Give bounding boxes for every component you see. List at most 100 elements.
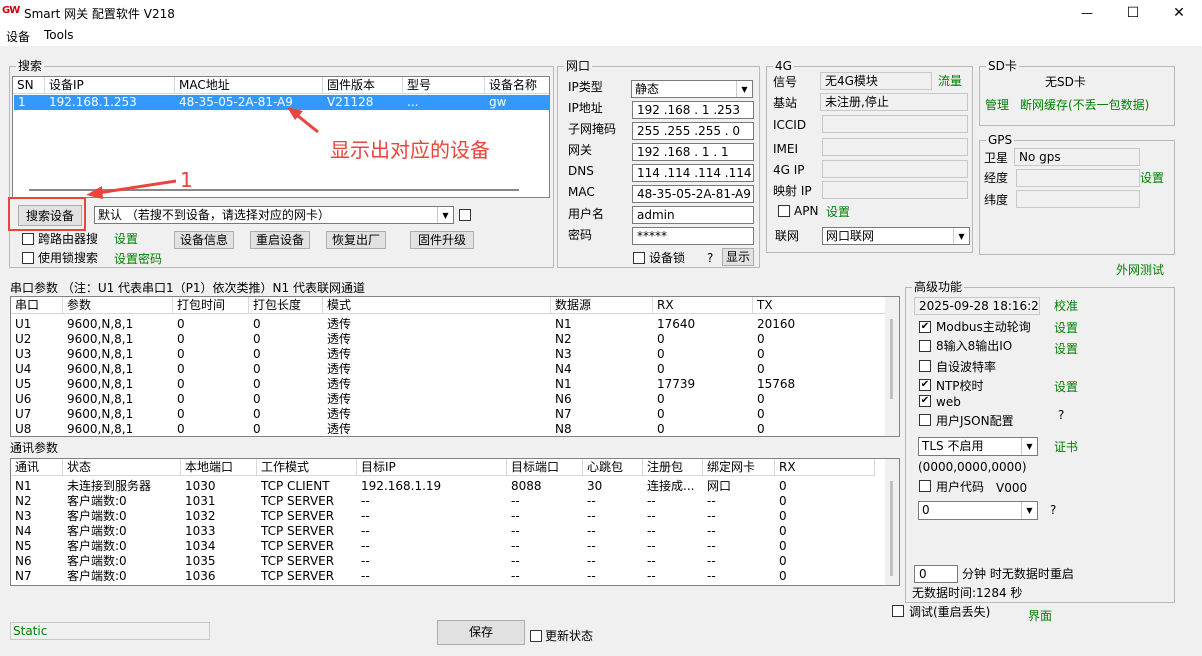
table-row[interactable]: N4 客户端数:0 1033 TCP SERVER -- -- -- -- -- 0 — [11, 524, 875, 539]
ntp-settings-link[interactable]: 设置 — [1054, 380, 1078, 394]
device-lock-help[interactable]: ? — [707, 251, 713, 265]
user-code-checkbox[interactable] — [919, 480, 931, 492]
subnet-mask-field[interactable]: 255 .255 .255 . 0 — [632, 122, 754, 140]
tls-select[interactable]: TLS 不启用 ▼ — [918, 437, 1038, 456]
comm-col-header[interactable]: 状态 — [63, 459, 181, 476]
update-state-checkbox[interactable] — [530, 630, 542, 642]
serial-col-header[interactable]: 打包时间 — [173, 297, 249, 314]
apn-settings-link[interactable]: 设置 — [826, 205, 850, 219]
cross-router-checkbox[interactable] — [22, 233, 34, 245]
set-password-link[interactable]: 设置密码 — [114, 252, 162, 266]
username-field[interactable]: admin — [632, 206, 754, 224]
gps-settings-link[interactable]: 设置 — [1140, 171, 1164, 185]
table-row[interactable]: N7 客户端数:0 1036 TCP SERVER -- -- -- -- -- 0 — [11, 569, 875, 584]
table-row[interactable]: N3 客户端数:0 1032 TCP SERVER -- -- -- -- -- 0 — [11, 509, 875, 524]
table-row[interactable]: U5 9600,N,8,1 0 0 透传 N1 17739 15768 — [11, 377, 887, 392]
password-field[interactable]: ***** — [632, 227, 754, 245]
comm-col-header[interactable]: 通讯 — [11, 459, 63, 476]
chevron-down-icon[interactable]: ▼ — [437, 207, 453, 223]
factory-reset-button[interactable]: 恢复出厂 — [326, 231, 386, 249]
table-row[interactable]: N5 客户端数:0 1034 TCP SERVER -- -- -- -- -- 0 — [11, 539, 875, 554]
serial-col-header[interactable]: 打包长度 — [249, 297, 323, 314]
custom-baud-checkbox[interactable] — [919, 360, 931, 372]
modbus-checkbox[interactable]: ✔ — [919, 321, 931, 333]
table-row[interactable]: U6 9600,N,8,1 0 0 透传 N6 0 0 — [11, 392, 887, 407]
chevron-down-icon[interactable]: ▼ — [953, 228, 969, 244]
nic-checkbox[interactable] — [459, 209, 471, 221]
ui-link[interactable]: 界面 — [1028, 609, 1052, 623]
user-json-checkbox[interactable] — [919, 414, 931, 426]
ip-type-select[interactable]: 静态 ▼ — [631, 80, 753, 98]
scrollbar-thumb[interactable] — [890, 319, 893, 399]
serial-col-header[interactable]: 串口 — [11, 297, 63, 314]
reboot-device-button[interactable]: 重启设备 — [250, 231, 310, 249]
chevron-down-icon[interactable]: ▼ — [1021, 502, 1037, 519]
table-row[interactable]: N1 未连接到服务器 1030 TCP CLIENT 192.168.1.19 8088 3… — [11, 479, 875, 494]
save-button[interactable]: 保存 — [437, 620, 525, 645]
vertical-scrollbar[interactable] — [885, 297, 899, 436]
io-checkbox[interactable] — [919, 340, 931, 352]
comm-col-header[interactable]: 注册包 — [643, 459, 703, 476]
comm-col-header[interactable]: 目标IP — [357, 459, 507, 476]
serial-col-header[interactable]: RX — [653, 297, 753, 314]
use-lock-checkbox[interactable] — [22, 252, 34, 264]
search-settings-link[interactable]: 设置 — [114, 232, 138, 246]
external-test-link[interactable]: 外网测试 — [1116, 263, 1164, 277]
ip-address-field[interactable]: 192 .168 . 1 .253 — [632, 101, 754, 119]
comm-col-header[interactable]: 目标端口 — [507, 459, 583, 476]
chevron-down-icon[interactable]: ▼ — [1021, 438, 1037, 455]
comm-cell: N7 — [15, 569, 32, 583]
dns-field[interactable]: 114 .114 .114 .114 — [632, 164, 754, 182]
search-device-button[interactable]: 搜索设备 — [18, 205, 82, 226]
restart-minutes-field[interactable]: 0 — [914, 565, 958, 583]
nic-select[interactable]: 默认 （若搜不到设备，请选择对应的网卡） ▼ — [94, 206, 454, 224]
user-json-help[interactable]: ? — [1058, 408, 1064, 422]
debug-checkbox[interactable] — [892, 605, 904, 617]
mac-field[interactable]: 48-35-05-2A-81-A9 — [632, 185, 754, 203]
firmware-upgrade-button[interactable]: 固件升级 — [410, 231, 474, 249]
chevron-down-icon[interactable]: ▼ — [736, 81, 752, 97]
table-row[interactable]: U8 9600,N,8,1 0 0 透传 N8 0 0 — [11, 422, 887, 436]
scrollbar-thumb[interactable] — [890, 481, 893, 576]
table-row[interactable]: U3 9600,N,8,1 0 0 透传 N3 0 0 — [11, 347, 887, 362]
comm-col-header[interactable]: 本地端口 — [181, 459, 257, 476]
serial-col-header[interactable]: 参数 — [63, 297, 173, 314]
web-checkbox[interactable]: ✔ — [919, 395, 931, 407]
networking-select[interactable]: 网口联网 ▼ — [822, 227, 970, 245]
gateway-field[interactable]: 192 .168 . 1 . 1 — [632, 143, 754, 161]
table-row[interactable]: U1 9600,N,8,1 0 0 透传 N1 17640 20160 — [11, 317, 887, 332]
imei-label: IMEI — [773, 142, 799, 156]
serial-cell: 0 — [657, 422, 665, 436]
certificate-link[interactable]: 证书 — [1054, 440, 1078, 454]
comm-col-header[interactable]: 绑定网卡 — [703, 459, 775, 476]
calibrate-link[interactable]: 校准 — [1054, 299, 1078, 313]
comm-cell: -- — [361, 494, 370, 508]
sd-manage-link[interactable]: 管理 — [985, 98, 1009, 112]
serial-col-header[interactable]: 数据源 — [551, 297, 653, 314]
comm-col-header[interactable]: 心跳包 — [583, 459, 643, 476]
ntp-checkbox[interactable]: ✔ — [919, 379, 931, 391]
vertical-scrollbar[interactable] — [885, 459, 899, 585]
show-password-button[interactable]: 显示 — [722, 248, 754, 266]
io-settings-link[interactable]: 设置 — [1054, 342, 1078, 356]
comm-col-header[interactable]: 工作模式 — [257, 459, 357, 476]
device-lock-checkbox[interactable] — [633, 252, 645, 264]
modbus-settings-link[interactable]: 设置 — [1054, 321, 1078, 335]
comm-col-header[interactable]: RX — [775, 459, 875, 476]
serial-cell: 0 — [253, 407, 261, 421]
comm-params-table[interactable]: 通讯 状态 本地端口 工作模式 目标IP 目标端口 心跳包 注册包 绑定网卡 RX N1 未连接到服… — [10, 458, 900, 586]
table-row[interactable]: N6 客户端数:0 1035 TCP SERVER -- -- -- -- -- 0 — [11, 554, 875, 569]
table-row[interactable]: U4 9600,N,8,1 0 0 透传 N4 0 0 — [11, 362, 887, 377]
table-row[interactable]: N2 客户端数:0 1031 TCP SERVER -- -- -- -- -- 0 — [11, 494, 875, 509]
serial-port-table[interactable]: 串口 参数 打包时间 打包长度 模式 数据源 RX TX U1 9600,N,8,1 0 0 透传 N1… — [10, 296, 900, 437]
user-code-help[interactable]: ? — [1050, 503, 1056, 517]
table-row[interactable]: U2 9600,N,8,1 0 0 透传 N2 0 0 — [11, 332, 887, 347]
user-code-select[interactable]: 0 ▼ — [918, 501, 1038, 520]
table-row[interactable]: U7 9600,N,8,1 0 0 透传 N7 0 0 — [11, 407, 887, 422]
offline-cache-link[interactable]: 断网缓存(不丢一包数据) — [1020, 98, 1149, 112]
device-info-button[interactable]: 设备信息 — [174, 231, 234, 249]
apn-checkbox[interactable] — [778, 205, 790, 217]
traffic-link[interactable]: 流量 — [938, 74, 962, 88]
serial-col-header[interactable]: TX — [753, 297, 887, 314]
serial-col-header[interactable]: 模式 — [323, 297, 551, 314]
